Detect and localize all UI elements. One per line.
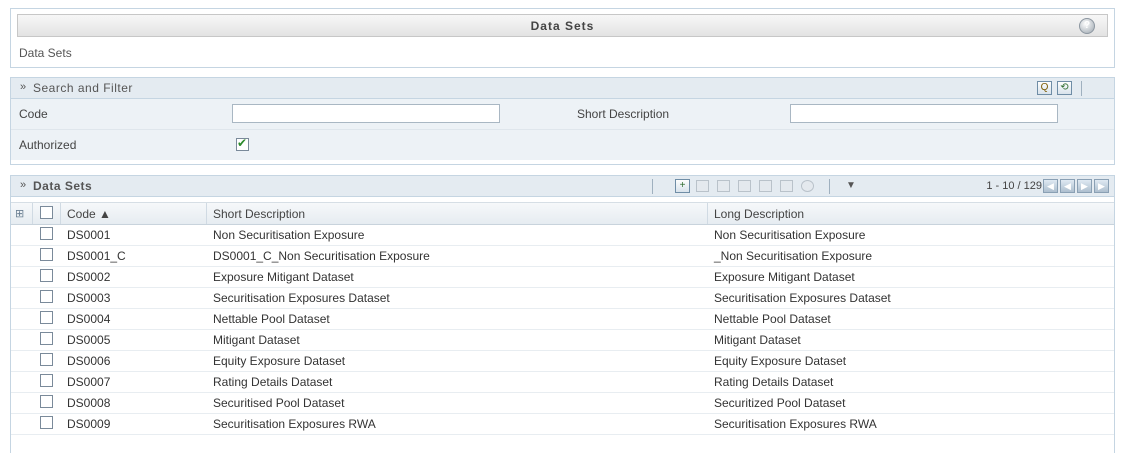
form-row-code: Code Short Description	[11, 99, 1114, 130]
table-row[interactable]: DS0009 Securitisation Exposures RWA Securi…	[11, 413, 1114, 435]
table-row[interactable]: DS0003 Securitisation Exposures Dataset Se…	[11, 287, 1114, 309]
column-divider	[206, 203, 207, 224]
row-checkbox[interactable]	[40, 248, 53, 261]
collapse-chevron-icon[interactable]: »	[20, 81, 26, 93]
cell-long-description: Mitigant Dataset	[714, 333, 801, 347]
cell-code: DS0001	[67, 228, 111, 242]
collapse-chevron-icon[interactable]: »	[20, 179, 26, 191]
page-title: Data Sets	[530, 19, 595, 33]
cell-code: DS0005	[67, 333, 111, 347]
authorized-checkbox[interactable]	[236, 136, 249, 151]
table-row[interactable]: DS0007 Rating Details Dataset Rating Detai…	[11, 371, 1114, 393]
table-row[interactable]: DS0001_C DS0001_C_Non Securitisation Expo…	[11, 245, 1114, 267]
short-description-label: Short Description	[577, 107, 670, 121]
grid-column-header: ⊞ Code ▲ Short Description Long Descript…	[11, 202, 1114, 225]
cell-short-description: Exposure Mitigant Dataset	[213, 270, 354, 284]
search-filter-title: Search and Filter	[33, 81, 133, 95]
add-icon[interactable]: +	[675, 179, 690, 193]
cell-long-description: Securitized Pool Dataset	[714, 396, 846, 410]
cell-code: DS0007	[67, 375, 111, 389]
cell-long-description: Securitisation Exposures RWA	[714, 417, 877, 431]
column-header-long-description[interactable]: Long Description	[714, 207, 804, 221]
cell-code: DS0006	[67, 354, 111, 368]
cell-code: DS0009	[67, 417, 111, 431]
page-title-bar: Data Sets ?	[17, 14, 1108, 37]
reset-icon[interactable]: ⟲	[1057, 81, 1072, 95]
breadcrumb: Data Sets	[19, 46, 72, 60]
table-row[interactable]: DS0002 Exposure Mitigant Dataset Exposure …	[11, 266, 1114, 288]
data-sets-grid-panel: » Data Sets + ▼ 1 - 10 / 129 ◀ ◀ ▶ ▶ ⊞ C…	[10, 175, 1115, 453]
pagination-text: 1 - 10 / 129	[986, 180, 1042, 192]
form-row-authorized: Authorized	[11, 130, 1114, 160]
column-divider	[32, 203, 33, 224]
previous-page-icon[interactable]: ◀	[1060, 179, 1075, 193]
row-checkbox[interactable]	[40, 227, 53, 240]
column-divider	[60, 203, 61, 224]
cell-long-description: Equity Exposure Dataset	[714, 354, 847, 368]
row-checkbox[interactable]	[40, 269, 53, 282]
cell-code: DS0003	[67, 291, 111, 305]
toolbar-divider	[652, 179, 653, 194]
row-checkbox[interactable]	[40, 353, 53, 366]
edit-icon[interactable]	[717, 180, 730, 192]
row-checkbox[interactable]	[40, 416, 53, 429]
cell-short-description: Securitisation Exposures RWA	[213, 417, 376, 431]
column-header-code[interactable]: Code ▲	[67, 207, 111, 221]
toolbar-divider	[829, 179, 830, 194]
cell-code: DS0004	[67, 312, 111, 326]
hierarchy-icon[interactable]: ⊞	[15, 207, 24, 220]
cell-long-description: Securitisation Exposures Dataset	[714, 291, 891, 305]
data-sets-grid-title: Data Sets	[33, 179, 93, 193]
table-row[interactable]: DS0004 Nettable Pool Dataset Nettable Pool…	[11, 308, 1114, 330]
cell-long-description: Rating Details Dataset	[714, 375, 834, 389]
copy-icon[interactable]	[738, 180, 751, 192]
code-label: Code	[19, 107, 48, 121]
last-page-icon[interactable]: ▶	[1094, 179, 1109, 193]
help-icon[interactable]: ?	[1079, 18, 1095, 34]
cell-short-description: Rating Details Dataset	[213, 375, 333, 389]
short-description-input[interactable]	[790, 104, 1058, 123]
table-row[interactable]: DS0005 Mitigant Dataset Mitigant Dataset	[11, 329, 1114, 351]
cell-long-description: Exposure Mitigant Dataset	[714, 270, 855, 284]
cell-long-description: Nettable Pool Dataset	[714, 312, 831, 326]
cell-short-description: Securitisation Exposures Dataset	[213, 291, 390, 305]
row-checkbox[interactable]	[40, 395, 53, 408]
next-page-icon[interactable]: ▶	[1077, 179, 1092, 193]
row-checkbox[interactable]	[40, 290, 53, 303]
column-header-short-description[interactable]: Short Description	[213, 207, 305, 221]
table-row[interactable]: DS0001 Non Securitisation Exposure Non Sec…	[11, 224, 1114, 246]
cell-short-description: Non Securitisation Exposure	[213, 228, 365, 242]
cell-short-description: Nettable Pool Dataset	[213, 312, 330, 326]
cell-long-description: Non Securitisation Exposure	[714, 228, 866, 242]
delete-icon[interactable]	[759, 180, 772, 192]
table-row[interactable]: DS0006 Equity Exposure Dataset Equity Expo…	[11, 350, 1114, 372]
cell-code: DS0008	[67, 396, 111, 410]
select-all-checkbox[interactable]	[40, 206, 53, 219]
authorized-label: Authorized	[19, 138, 77, 152]
cell-long-description: _Non Securitisation Exposure	[714, 249, 873, 263]
filter-icon[interactable]: ▼	[846, 180, 856, 191]
search-filter-header[interactable]: » Search and Filter Q ⟲	[11, 78, 1114, 99]
cell-code: DS0002	[67, 270, 111, 284]
cell-code: DS0001_C	[67, 249, 126, 263]
export-icon[interactable]	[780, 180, 793, 192]
row-checkbox[interactable]	[40, 374, 53, 387]
row-checkbox[interactable]	[40, 332, 53, 345]
page-header-panel: Data Sets ? Data Sets	[10, 8, 1115, 68]
cell-short-description: Equity Exposure Dataset	[213, 354, 346, 368]
view-icon[interactable]	[696, 180, 709, 192]
search-icon[interactable]: Q	[1037, 81, 1052, 95]
data-sets-grid-header[interactable]: » Data Sets + ▼ 1 - 10 / 129 ◀ ◀ ▶ ▶	[11, 176, 1114, 197]
code-input[interactable]	[232, 104, 500, 123]
column-divider	[707, 203, 708, 224]
toolbar-divider	[1081, 81, 1082, 96]
table-row[interactable]: DS0008 Securitised Pool Dataset Securitize…	[11, 392, 1114, 414]
first-page-icon[interactable]: ◀	[1043, 179, 1058, 193]
cell-short-description: Mitigant Dataset	[213, 333, 300, 347]
row-checkbox[interactable]	[40, 311, 53, 324]
cell-short-description: DS0001_C_Non Securitisation Exposure	[213, 249, 430, 263]
search-filter-panel: » Search and Filter Q ⟲ Code Short Descr…	[10, 77, 1115, 165]
cell-short-description: Securitised Pool Dataset	[213, 396, 345, 410]
settings-icon[interactable]	[801, 180, 814, 192]
